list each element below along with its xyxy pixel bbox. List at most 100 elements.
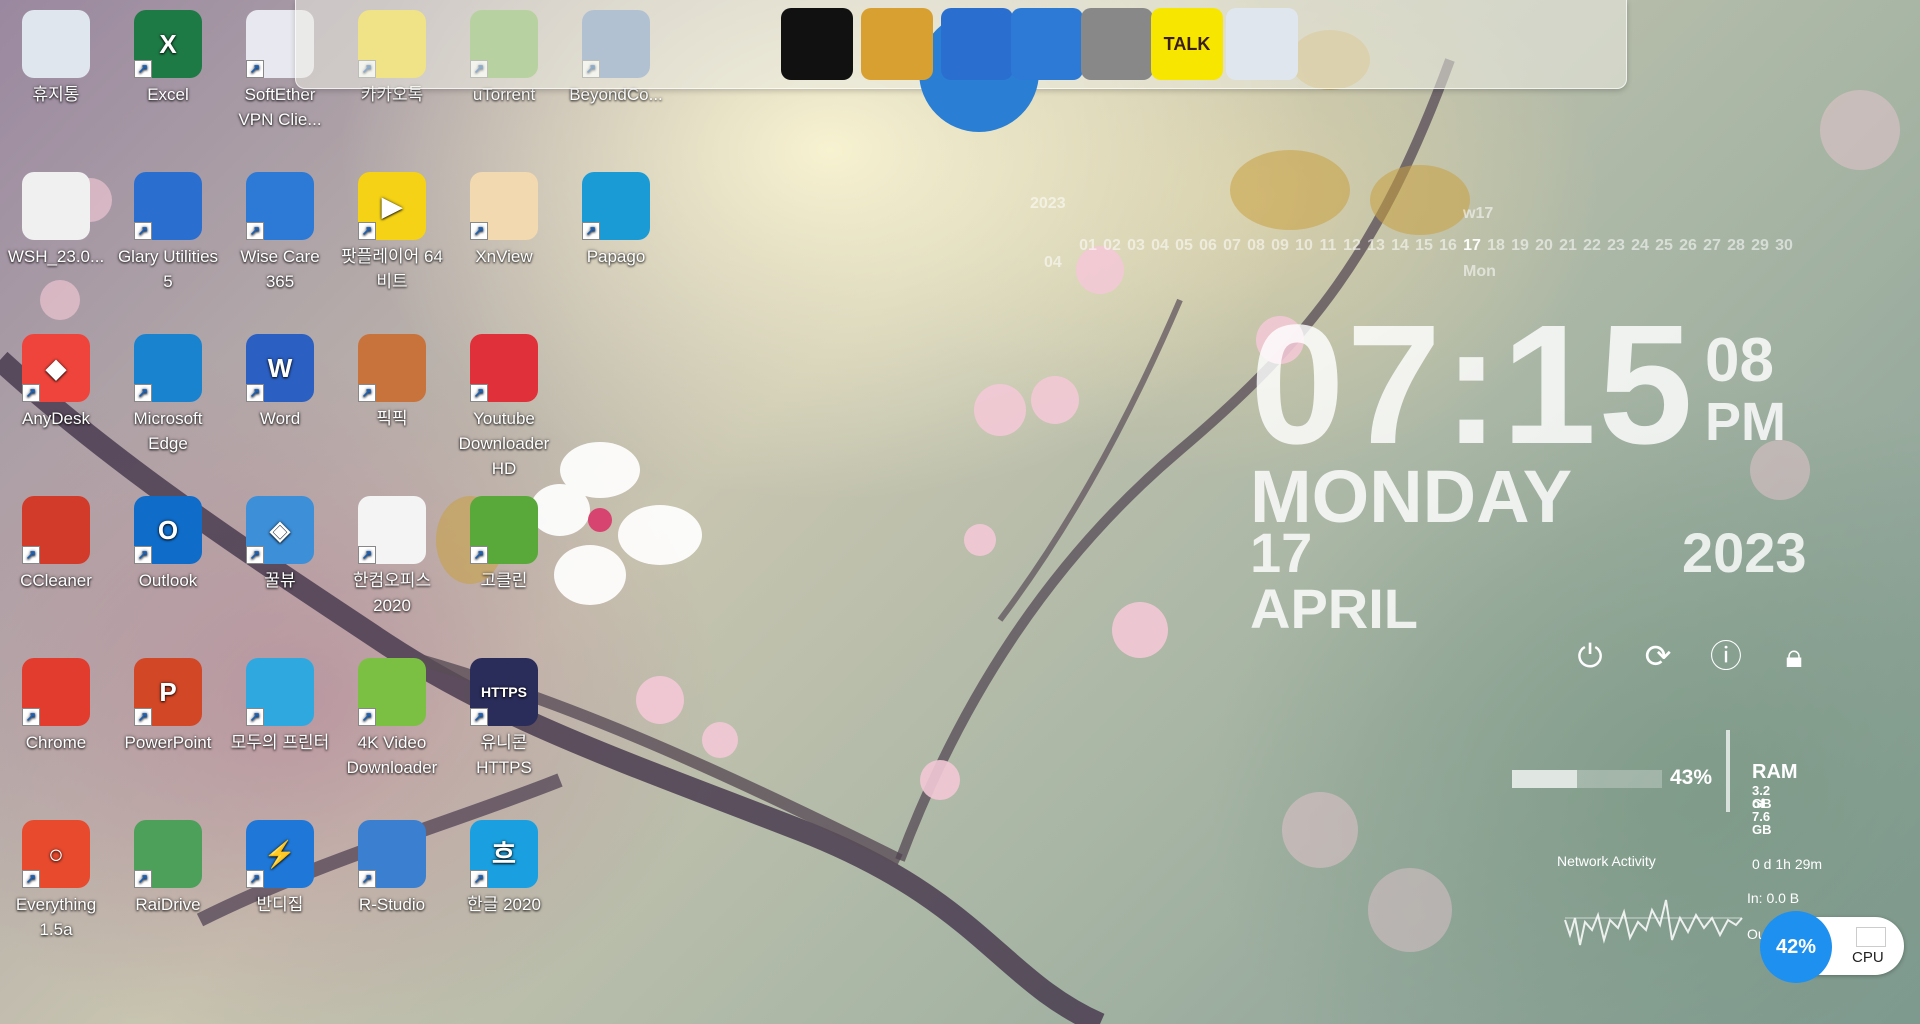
desktop-icon-outlook[interactable]: O ↗ Outlook	[116, 490, 220, 593]
calendar-day: 06	[1199, 237, 1217, 254]
shortcut-arrow-icon: ↗	[246, 384, 264, 402]
desktop-icon-4kvideo[interactable]: ↗ 4K Video Downloader	[340, 652, 444, 780]
desktop-icon-glary[interactable]: ↗ Glary Utilities 5	[116, 166, 220, 294]
desktop-icon-label: 모두의 프린터	[230, 733, 330, 752]
desktop-icon-picpick[interactable]: ↗ 픽픽	[340, 328, 444, 431]
clock-date: 17 APRIL	[1250, 521, 1418, 640]
wise-shield-icon[interactable]	[1011, 8, 1083, 80]
desktop-icon-bandizip[interactable]: ⚡ ↗ 반디집	[228, 814, 332, 917]
edge-icon: ↗	[134, 334, 202, 402]
dock-bar: TALK	[295, 0, 1627, 132]
shortcut-arrow-icon: ↗	[22, 870, 40, 888]
hancom-office-icon: ↗	[358, 496, 426, 564]
shortcut-arrow-icon: ↗	[246, 60, 264, 78]
shortcut-arrow-icon: ↗	[358, 546, 376, 564]
calendar-day: 18	[1487, 237, 1505, 254]
cpu-meter[interactable]: 42% CPU	[1760, 911, 1904, 983]
calendar-month: 04	[1044, 254, 1062, 271]
glary-icon: ↗	[134, 172, 202, 240]
excel-icon: X ↗	[134, 10, 202, 78]
desktop-icon-chrome[interactable]: ↗ Chrome	[4, 652, 108, 755]
desktop-icon-ytdl[interactable]: ↗ Youtube Downloader HD	[452, 328, 556, 481]
desktop-icon-ccleaner[interactable]: ↗ CCleaner	[4, 490, 108, 593]
desktop-icon-papago[interactable]: ↗ Papago	[564, 166, 668, 269]
papago-icon: ↗	[582, 172, 650, 240]
youtube-downloader-icon: ↗	[470, 334, 538, 402]
desktop-icon-word[interactable]: W ↗ Word	[228, 328, 332, 431]
shortcut-arrow-icon: ↗	[246, 546, 264, 564]
desktop-icon-kkulview[interactable]: ◈ ↗ 꿀뷰	[228, 490, 332, 593]
anydesk-icon: ◆ ↗	[22, 334, 90, 402]
shortcut-arrow-icon: ↗	[134, 384, 152, 402]
icon-glyph: W	[267, 352, 293, 383]
glary-moon-icon[interactable]	[941, 8, 1013, 80]
ram-bar	[1512, 770, 1662, 788]
desktop-icon-label: Glary Utilities 5	[117, 247, 219, 291]
lock-icon[interactable]: 🔒︎	[1774, 636, 1814, 676]
shortcut-arrow-icon: ↗	[134, 60, 152, 78]
shortcut-arrow-icon: ↗	[358, 384, 376, 402]
desktop-icon-label: 꿀뷰	[264, 571, 296, 590]
desktop-icon-label: Excel	[147, 85, 189, 104]
calendar-day: 28	[1727, 237, 1745, 254]
calendar-day: 20	[1535, 237, 1553, 254]
desktop-icon-xnview[interactable]: ↗ XnView	[452, 166, 556, 269]
desktop-icon-raidrive[interactable]: ↗ RaiDrive	[116, 814, 220, 917]
desktop-icon-rstudio[interactable]: ↗ R-Studio	[340, 814, 444, 917]
shortcut-arrow-icon: ↗	[470, 870, 488, 888]
everything-icon: ○ ↗	[22, 820, 90, 888]
desktop-icon-label: 고클린	[480, 571, 528, 590]
recycle-bin-icon[interactable]	[1226, 8, 1298, 80]
calendar-day: 12	[1343, 237, 1361, 254]
desktop-icon-label: AnyDesk	[21, 409, 91, 428]
desktop-icon-powerpoint[interactable]: P ↗ PowerPoint	[116, 652, 220, 755]
desktop-icon-hangul[interactable]: 흐 ↗ 한글 2020	[452, 814, 556, 917]
desktop-icon-hancom[interactable]: ↗ 한컴오피스 2020	[340, 490, 444, 618]
desktop-icon-edge[interactable]: ↗ Microsoft Edge	[116, 328, 220, 456]
icon-glyph: X	[159, 28, 177, 59]
logoff-icon[interactable]: ⓘ	[1706, 636, 1746, 676]
shortcut-arrow-icon: ↗	[246, 222, 264, 240]
tshirt-icon[interactable]	[781, 8, 853, 80]
raidrive-icon: ↗	[134, 820, 202, 888]
desktop-icon-label: PowerPoint	[124, 733, 212, 752]
desktop-icon-potplayer[interactable]: ▶ ↗ 팟플레이어 64 비트	[340, 166, 444, 294]
desktop-icon-excel[interactable]: X ↗ Excel	[116, 4, 220, 107]
calendar-day: 29	[1751, 237, 1769, 254]
desktop-icon-label: R-Studio	[358, 895, 426, 914]
kakaotalk-icon[interactable]: TALK	[1151, 8, 1223, 80]
desktop-icon-modoo[interactable]: ↗ 모두의 프린터	[228, 652, 332, 755]
shortcut-arrow-icon: ↗	[470, 708, 488, 726]
desktop-icon-recycle[interactable]: 휴지통	[4, 4, 108, 107]
icon-glyph: 흐	[492, 838, 516, 869]
shortcut-arrow-icon: ↗	[470, 546, 488, 564]
restart-icon[interactable]: ⟳	[1638, 636, 1678, 676]
icon-glyph: HTTPS	[481, 683, 527, 700]
desktop-icon-wsh[interactable]: WSH_23.0...	[4, 166, 108, 269]
shortcut-arrow-icon: ↗	[358, 870, 376, 888]
tools-icon[interactable]	[861, 8, 933, 80]
icon-glyph: ◈	[270, 514, 290, 545]
revo-uninstaller-icon[interactable]	[1081, 8, 1153, 80]
clock-time: 07:15	[1250, 290, 1695, 480]
desktop-icon-unicorn[interactable]: HTTPS ↗ 유니콘 HTTPS	[452, 652, 556, 780]
desktop-icon-label: CCleaner	[20, 571, 92, 590]
desktop-icon-label: Outlook	[138, 571, 198, 590]
desktop-icon-label: 한글 2020	[467, 895, 541, 914]
shortcut-arrow-icon: ↗	[358, 708, 376, 726]
word-icon: W ↗	[246, 334, 314, 402]
icon-glyph: P	[159, 676, 177, 707]
desktop-icon-anydesk[interactable]: ◆ ↗ AnyDesk	[4, 328, 108, 431]
uptime-text: 0 d 1h 29m	[1752, 856, 1823, 872]
desktop-icon-wisecare[interactable]: ↗ Wise Care 365	[228, 166, 332, 294]
calendar-day: 26	[1679, 237, 1697, 254]
desktop-icon-label: WSH_23.0...	[7, 247, 105, 266]
file-icon	[22, 172, 90, 240]
cpu-percent: 42%	[1760, 911, 1832, 983]
shutdown-icon[interactable]: ⏻	[1570, 636, 1610, 676]
desktop-icon-goclean[interactable]: ↗ 고클린	[452, 490, 556, 593]
calendar-day: 05	[1175, 237, 1193, 254]
calendar-day: 14	[1391, 237, 1409, 254]
desktop-icon-everything[interactable]: ○ ↗ Everything 1.5a	[4, 814, 108, 942]
calendar-year: 2023	[1030, 195, 1066, 212]
